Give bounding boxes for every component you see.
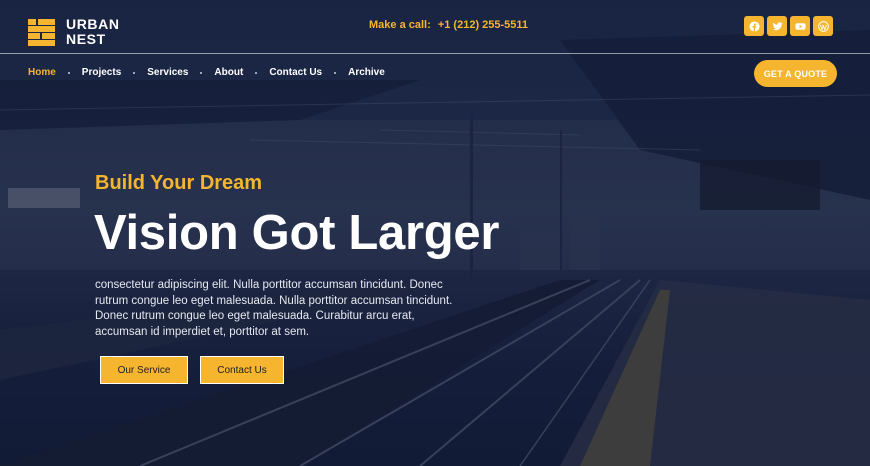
call-label: Make a call: (369, 19, 431, 31)
nav-item-contact[interactable]: Contact Us (269, 67, 322, 78)
twitter-link[interactable] (767, 16, 787, 36)
brand-line-2: NEST (66, 31, 106, 47)
hero-subheading: Build Your Dream (95, 172, 263, 194)
nav-item-services[interactable]: Services (147, 67, 188, 78)
hero-heading: Vision Got Larger (94, 206, 500, 260)
top-header: URBAN NEST Make a call: +1 (212) 255-551… (0, 0, 870, 54)
social-links (744, 16, 833, 36)
facebook-icon (748, 20, 760, 32)
youtube-icon (794, 22, 806, 30)
nav-separator (200, 71, 203, 74)
brick-logo-icon (28, 18, 55, 46)
wordpress-link[interactable] (813, 16, 833, 36)
facebook-link[interactable] (744, 16, 764, 36)
nav-separator (255, 71, 258, 74)
hero-description: consectetur adipiscing elit. Nulla portt… (95, 279, 453, 338)
brand-line-1: URBAN (66, 16, 120, 32)
nav-separator (67, 71, 70, 74)
brand-logo[interactable]: URBAN NEST (28, 17, 120, 47)
twitter-icon (772, 21, 783, 30)
main-nav: Home Projects Services About Contact Us … (28, 67, 385, 78)
contact-us-button[interactable]: Contact Us (200, 356, 284, 384)
phone-number-link[interactable]: +1 (212) 255-5511 (438, 19, 528, 31)
call-info: Make a call: +1 (212) 255-5511 (369, 19, 528, 31)
youtube-link[interactable] (790, 16, 810, 36)
wordpress-icon (817, 20, 829, 32)
our-service-button[interactable]: Our Service (100, 356, 188, 384)
nav-item-home[interactable]: Home (28, 67, 56, 78)
nav-separator (133, 71, 136, 74)
nav-item-archive[interactable]: Archive (348, 67, 385, 78)
nav-item-about[interactable]: About (214, 67, 243, 78)
nav-separator (334, 71, 337, 74)
nav-item-projects[interactable]: Projects (82, 67, 121, 78)
get-a-quote-button[interactable]: GET A QUOTE (754, 60, 837, 87)
brand-name: URBAN NEST (66, 17, 120, 47)
